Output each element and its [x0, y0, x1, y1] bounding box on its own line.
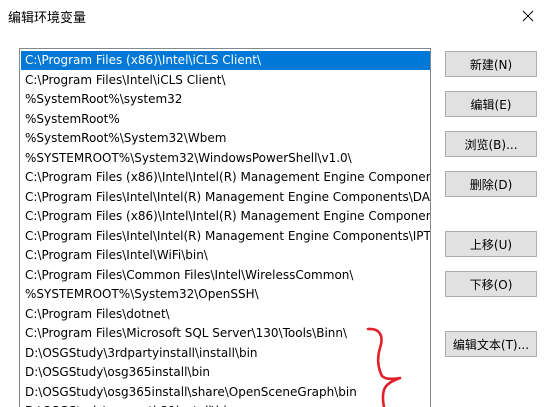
window-title: 编辑环境变量	[8, 11, 87, 26]
close-icon	[522, 10, 534, 22]
path-listbox[interactable]: C:\Program Files (x86)\Intel\iCLS Client…	[19, 48, 431, 407]
edit-env-var-dialog: 编辑环境变量 C:\Program Files (x86)\Intel\iCLS…	[0, 0, 551, 407]
new-button[interactable]: 新建(N)	[445, 51, 537, 77]
delete-button[interactable]: 删除(D)	[445, 171, 537, 197]
edit-button[interactable]: 编辑(E)	[445, 91, 537, 117]
path-list-item[interactable]: D:\OSGStudy\osgearth31install\bin	[21, 402, 430, 407]
edit-text-button[interactable]: 编辑文本(T)...	[445, 331, 537, 357]
close-button[interactable]	[505, 0, 551, 32]
path-list-item[interactable]: C:\Program Files\Microsoft SQL Server\13…	[21, 324, 430, 343]
browse-button[interactable]: 浏览(B)...	[445, 131, 537, 157]
move-down-button[interactable]: 下移(O)	[445, 271, 537, 297]
path-list-item[interactable]: C:\Program Files (x86)\Intel\Intel(R) Ma…	[21, 207, 430, 226]
path-list-item[interactable]: C:\Program Files\Intel\Intel(R) Manageme…	[21, 227, 430, 246]
path-list-item[interactable]: C:\Program Files (x86)\Intel\iCLS Client…	[21, 51, 430, 70]
path-list-item[interactable]: D:\OSGStudy\osg365install\share\OpenScen…	[21, 383, 430, 402]
path-list-item[interactable]: %SystemRoot%\system32	[21, 90, 430, 109]
path-list-item[interactable]: C:\Program Files\Intel\iCLS Client\	[21, 71, 430, 90]
path-list-item[interactable]: D:\OSGStudy\osg365install\bin	[21, 363, 430, 382]
path-list-item[interactable]: C:\Program Files (x86)\Intel\Intel(R) Ma…	[21, 168, 430, 187]
path-list-item[interactable]: %SYSTEMROOT%\System32\OpenSSH\	[21, 285, 430, 304]
path-list-item[interactable]: C:\Program Files\Intel\Intel(R) Manageme…	[21, 188, 430, 207]
path-list-item[interactable]: C:\Program Files\Common Files\Intel\Wire…	[21, 266, 430, 285]
path-list-item[interactable]: C:\Program Files\dotnet\	[21, 305, 430, 324]
title-bar: 编辑环境变量	[0, 0, 551, 32]
path-list-item[interactable]: %SYSTEMROOT%\System32\WindowsPowerShell\…	[21, 149, 430, 168]
path-list-item[interactable]: C:\Program Files\Intel\WiFi\bin\	[21, 246, 430, 265]
path-list-item[interactable]: D:\OSGStudy\3rdpartyinstall\install\bin	[21, 344, 430, 363]
path-list-item[interactable]: %SystemRoot%	[21, 110, 430, 129]
path-list-item[interactable]: %SystemRoot%\System32\Wbem	[21, 129, 430, 148]
move-up-button[interactable]: 上移(U)	[445, 231, 537, 257]
